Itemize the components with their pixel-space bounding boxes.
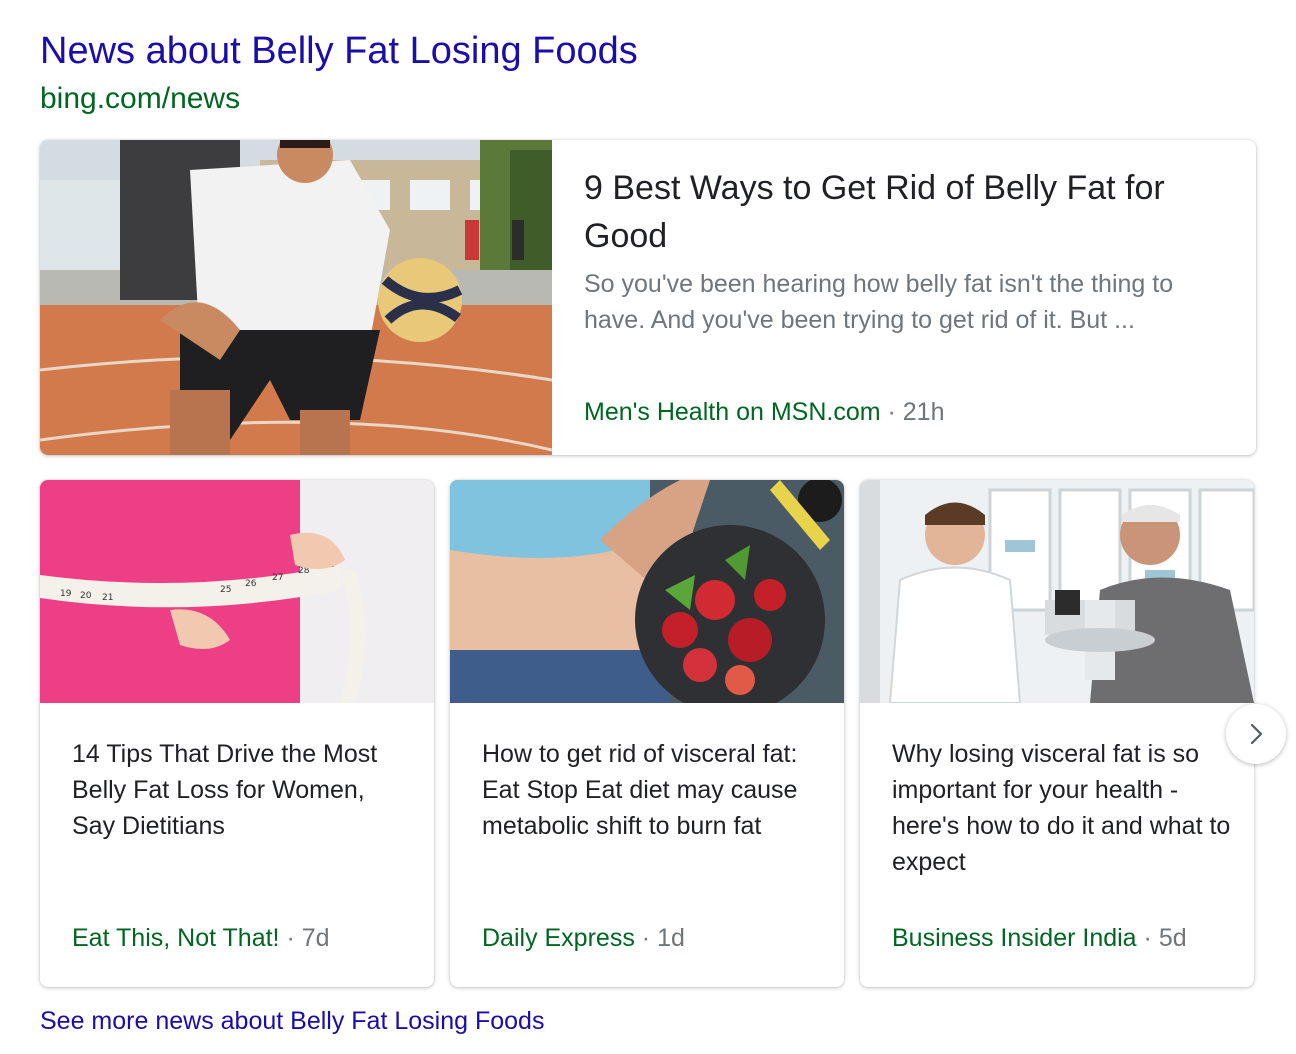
chevron-right-icon xyxy=(1250,723,1263,745)
tape-number: 27 xyxy=(272,573,283,583)
featured-source: Men's Health on MSN.com xyxy=(584,398,881,426)
see-more-news-link[interactable]: See more news about Belly Fat Losing Foo… xyxy=(40,1004,544,1038)
news-card-visceral-fat-diet[interactable]: How to get rid of visceral fat: Eat Stop… xyxy=(450,480,844,987)
featured-snippet: So you've been hearing how belly fat isn… xyxy=(584,270,1174,334)
carousel-next-button[interactable] xyxy=(1226,704,1286,764)
card-meta: Business Insider India · 5d xyxy=(892,922,1187,954)
meta-separator: · xyxy=(286,924,295,952)
tape-number: 20 xyxy=(80,591,92,601)
news-heading-link[interactable]: News about Belly Fat Losing Foods xyxy=(40,28,638,74)
tape-number: 26 xyxy=(245,579,257,589)
card-title[interactable]: How to get rid of visceral fat: Eat Stop… xyxy=(482,736,822,844)
tape-number: 25 xyxy=(220,585,231,595)
card-source: Daily Express xyxy=(482,924,635,952)
thumbnail-doctor-patient xyxy=(860,480,1254,703)
card-source: Business Insider India xyxy=(892,924,1137,952)
card-meta: Daily Express · 1d xyxy=(482,922,685,954)
source-url: bing.com/news xyxy=(40,82,241,115)
card-title[interactable]: Why losing visceral fat is so important … xyxy=(892,736,1232,880)
meta-separator: · xyxy=(887,398,896,426)
featured-title[interactable]: 9 Best Ways to Get Rid of Belly Fat for … xyxy=(584,164,1224,260)
card-title[interactable]: 14 Tips That Drive the Most Belly Fat Lo… xyxy=(72,736,412,844)
featured-age: 21h xyxy=(902,398,945,426)
card-age: 5d xyxy=(1158,924,1187,952)
news-card-tips-women[interactable]: 19 20 21 25 26 27 28 29 14 Tips That Dri… xyxy=(40,480,434,987)
tape-number: 21 xyxy=(102,593,113,603)
featured-news-card[interactable]: 9 Best Ways to Get Rid of Belly Fat for … xyxy=(40,140,1256,455)
card-age: 1d xyxy=(657,924,685,952)
card-age: 7d xyxy=(301,924,330,952)
thumbnail-belly-and-fruit xyxy=(450,480,844,703)
featured-thumbnail-basketball xyxy=(40,140,552,455)
meta-separator: · xyxy=(641,924,651,952)
thumbnail-measuring-tape: 19 20 21 25 26 27 28 29 xyxy=(40,480,434,703)
card-meta: Eat This, Not That! · 7d xyxy=(72,922,330,954)
tape-number: 19 xyxy=(60,589,72,599)
news-card-visceral-fat-health[interactable]: Why losing visceral fat is so important … xyxy=(860,480,1254,987)
featured-meta: Men's Health on MSN.com · 21h xyxy=(584,396,945,428)
meta-separator: · xyxy=(1143,924,1152,952)
card-source: Eat This, Not That! xyxy=(72,924,280,952)
